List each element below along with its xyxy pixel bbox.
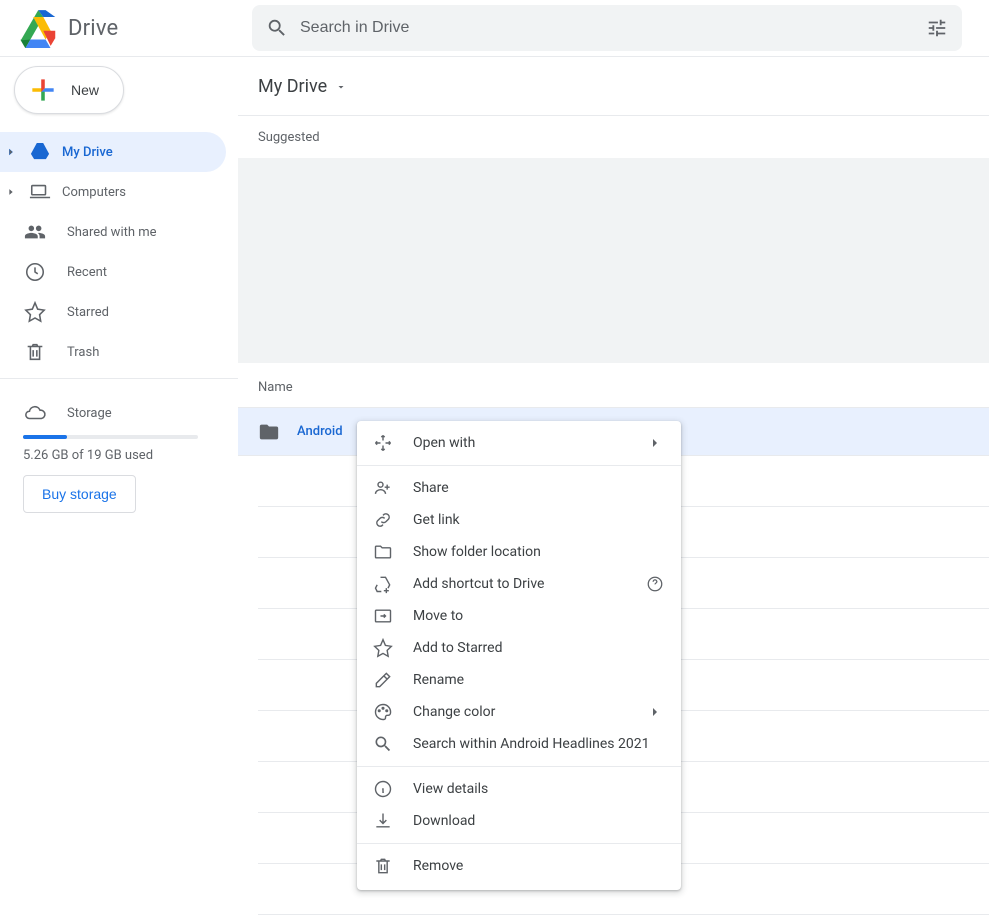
sidebar-item-label: Starred xyxy=(67,305,109,320)
ctx-share[interactable]: Share xyxy=(357,472,681,504)
ctx-change-color[interactable]: Change color xyxy=(357,696,681,728)
ctx-label: Move to xyxy=(413,608,665,624)
breadcrumb-title: My Drive xyxy=(258,76,327,97)
sidebar-item-computers[interactable]: Computers xyxy=(0,172,226,212)
drive-logo-icon xyxy=(18,8,58,48)
folder-outline-icon xyxy=(373,542,393,562)
computers-icon xyxy=(28,181,52,203)
sidebar-item-label: Computers xyxy=(62,185,126,200)
ctx-label: Rename xyxy=(413,672,665,688)
logo-area[interactable]: Drive xyxy=(12,8,237,48)
help-icon[interactable] xyxy=(645,575,665,593)
sidebar-item-label: Storage xyxy=(67,406,112,421)
ctx-get-link[interactable]: Get link xyxy=(357,504,681,536)
name-header: Name xyxy=(238,380,989,395)
open-with-icon xyxy=(373,433,393,453)
sidebar-item-starred[interactable]: Starred xyxy=(0,292,226,332)
search-icon xyxy=(373,734,393,754)
sidebar-item-mydrive[interactable]: My Drive xyxy=(0,132,226,172)
divider xyxy=(357,766,681,767)
caret-right-icon xyxy=(6,147,16,157)
recent-icon xyxy=(23,261,47,283)
starred-icon xyxy=(23,301,47,323)
rename-icon xyxy=(373,670,393,690)
ctx-label: Open with xyxy=(413,435,625,451)
divider xyxy=(238,115,989,116)
sidebar-item-storage[interactable]: Storage xyxy=(23,393,238,433)
ctx-open-with[interactable]: Open with xyxy=(357,427,681,459)
move-icon xyxy=(373,606,393,626)
sidebar-item-shared[interactable]: Shared with me xyxy=(0,212,226,252)
sidebar-item-trash[interactable]: Trash xyxy=(0,332,226,372)
folder-icon xyxy=(258,421,280,443)
palette-icon xyxy=(373,702,393,722)
sidebar-item-label: My Drive xyxy=(62,145,113,160)
divider xyxy=(0,378,238,379)
sidebar-item-label: Shared with me xyxy=(67,225,157,240)
ctx-add-shortcut[interactable]: Add shortcut to Drive xyxy=(357,568,681,600)
share-icon xyxy=(373,478,393,498)
search-bar[interactable] xyxy=(252,5,962,51)
ctx-label: Show folder location xyxy=(413,544,665,560)
caret-right-icon xyxy=(6,187,16,197)
divider xyxy=(357,465,681,466)
divider xyxy=(357,843,681,844)
info-icon xyxy=(373,779,393,799)
ctx-remove[interactable]: Remove xyxy=(357,850,681,882)
storage-used-text: 5.26 GB of 19 GB used xyxy=(23,448,238,463)
ctx-download[interactable]: Download xyxy=(357,805,681,837)
ctx-add-starred[interactable]: Add to Starred xyxy=(357,632,681,664)
download-icon xyxy=(373,811,393,831)
breadcrumb[interactable]: My Drive xyxy=(238,76,989,97)
search-icon xyxy=(266,17,288,39)
ctx-rename[interactable]: Rename xyxy=(357,664,681,696)
plus-icon xyxy=(27,74,59,106)
trash-icon xyxy=(23,341,47,363)
shortcut-icon xyxy=(373,574,393,594)
ctx-label: Get link xyxy=(413,512,665,528)
chevron-right-icon xyxy=(645,435,665,451)
ctx-label: View details xyxy=(413,781,665,797)
dropdown-icon xyxy=(335,81,347,93)
buy-storage-button[interactable]: Buy storage xyxy=(23,475,136,513)
file-name: Android xyxy=(297,424,343,439)
context-menu: Open with Share Get link Show folder loc… xyxy=(357,421,681,890)
ctx-label: Share xyxy=(413,480,665,496)
ctx-label: Search within Android Headlines 2021 xyxy=(413,736,665,752)
ctx-show-folder[interactable]: Show folder location xyxy=(357,536,681,568)
sidebar-item-label: Trash xyxy=(67,345,99,360)
search-input[interactable] xyxy=(300,19,914,37)
cloud-icon xyxy=(23,402,47,424)
suggested-panel xyxy=(238,158,989,363)
remove-icon xyxy=(373,856,393,876)
chevron-right-icon xyxy=(645,704,665,720)
suggested-label: Suggested xyxy=(238,130,989,145)
search-options-icon[interactable] xyxy=(926,17,948,39)
storage-section: Storage 5.26 GB of 19 GB used Buy storag… xyxy=(0,393,238,513)
mydrive-icon xyxy=(28,141,52,163)
storage-bar xyxy=(23,435,198,439)
star-icon xyxy=(373,638,393,658)
ctx-label: Remove xyxy=(413,858,665,874)
ctx-view-details[interactable]: View details xyxy=(357,773,681,805)
link-icon xyxy=(373,510,393,530)
header: Drive xyxy=(0,0,989,57)
ctx-move-to[interactable]: Move to xyxy=(357,600,681,632)
ctx-label: Download xyxy=(413,813,665,829)
app-title: Drive xyxy=(68,16,118,41)
new-button-label: New xyxy=(71,82,99,98)
sidebar-item-recent[interactable]: Recent xyxy=(0,252,226,292)
ctx-search-within[interactable]: Search within Android Headlines 2021 xyxy=(357,728,681,760)
new-button[interactable]: New xyxy=(14,66,124,114)
ctx-label: Add shortcut to Drive xyxy=(413,576,625,592)
ctx-label: Add to Starred xyxy=(413,640,665,656)
storage-bar-fill xyxy=(23,435,67,439)
sidebar: New My Drive Computers Shared with me Re… xyxy=(0,57,238,918)
sidebar-item-label: Recent xyxy=(67,265,107,280)
ctx-label: Change color xyxy=(413,704,625,720)
shared-icon xyxy=(23,221,47,243)
